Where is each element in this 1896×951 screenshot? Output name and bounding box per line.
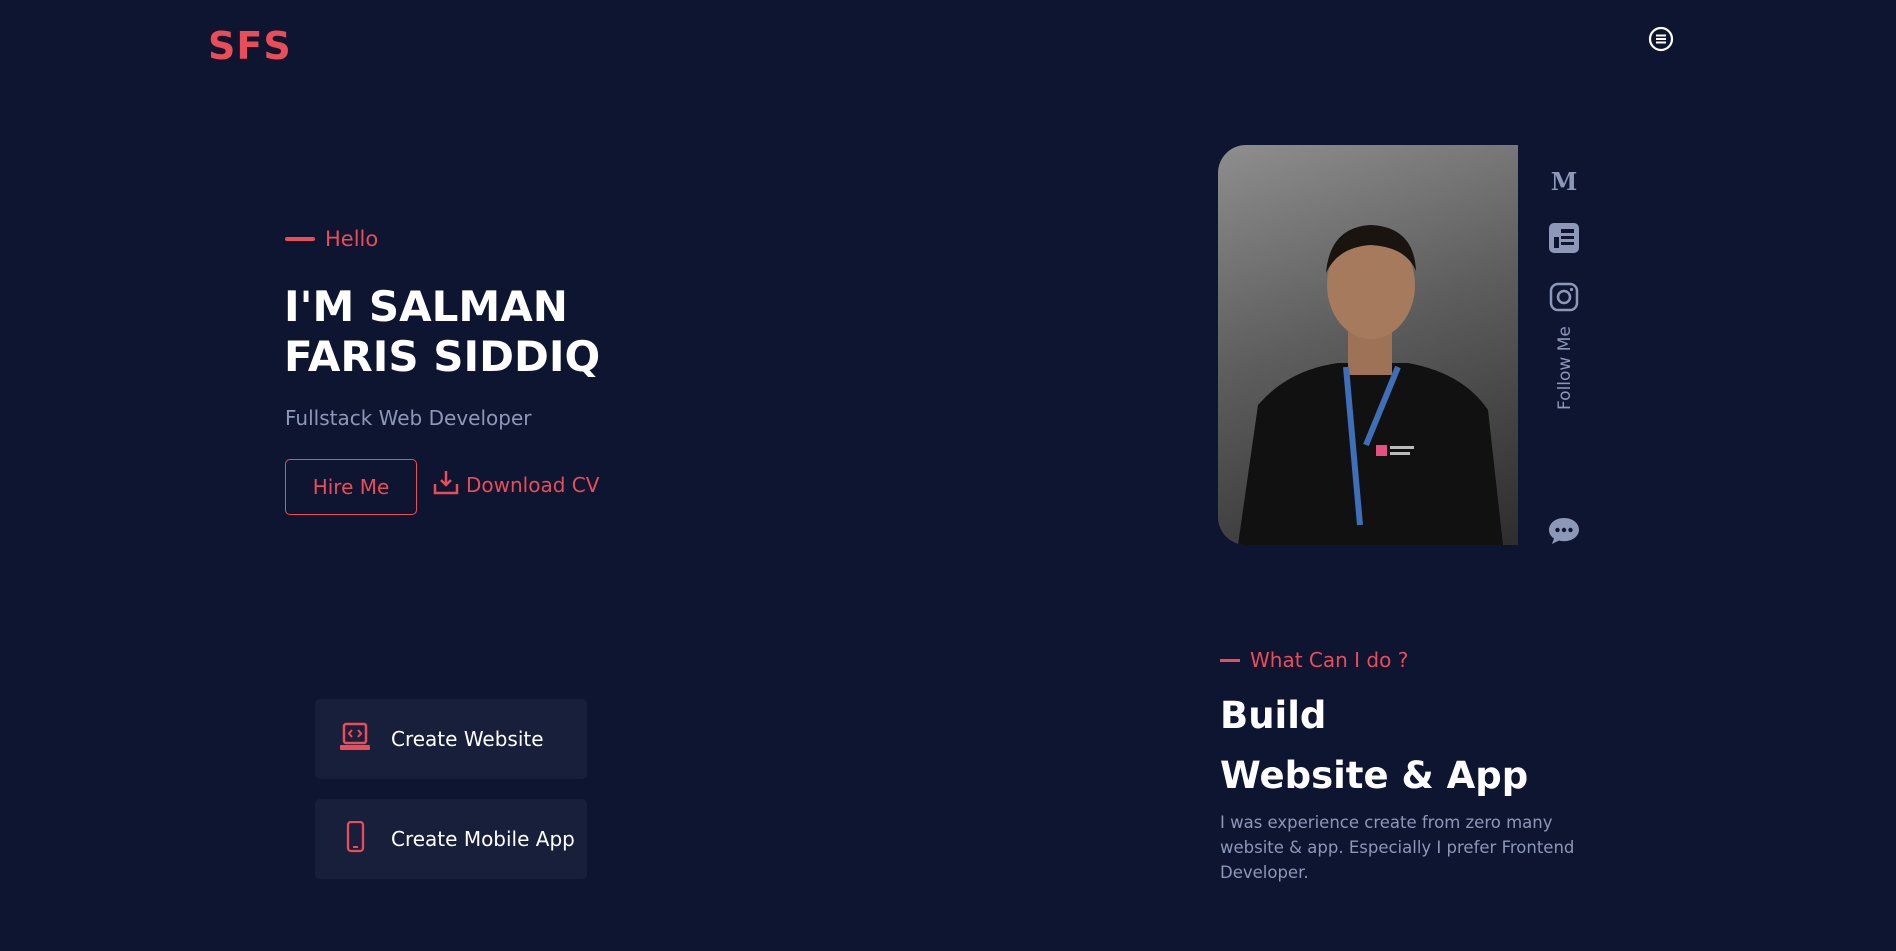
greeting: Hello	[285, 227, 378, 251]
hero-name: I'M SALMAN FARIS SIDDIQ	[284, 282, 704, 382]
svg-text:M: M	[1551, 168, 1577, 194]
service-card-create-website[interactable]: Create Website	[315, 699, 587, 779]
download-cv-label: Download CV	[466, 472, 600, 497]
service-card-create-mobile-app[interactable]: Create Mobile App	[315, 799, 587, 879]
greeting-text: Hello	[325, 227, 379, 251]
section-title-line1: Build	[1220, 694, 1327, 737]
medium-icon[interactable]: M	[1551, 167, 1578, 198]
service-label: Create Mobile App	[391, 827, 575, 851]
section-title-line2: Website & App	[1220, 754, 1529, 797]
page: SFS Hello I'M SALMAN FARIS SIDDIQ Fullst…	[0, 0, 1896, 951]
news-icon[interactable]	[1548, 222, 1580, 258]
eyebrow-text: What Can I do ?	[1250, 648, 1409, 672]
greeting-dash	[285, 237, 315, 241]
section-description: I was experience create from zero many w…	[1220, 813, 1575, 882]
mobile-icon	[339, 820, 371, 857]
site-logo[interactable]: SFS	[208, 24, 292, 68]
laptop-code-icon	[339, 721, 371, 757]
hire-me-button[interactable]: Hire Me	[285, 459, 417, 515]
menu-icon[interactable]	[1648, 26, 1674, 52]
chat-icon[interactable]	[1548, 516, 1580, 550]
eyebrow-dash	[1220, 658, 1240, 662]
follow-me-label: Follow Me	[1555, 326, 1575, 410]
download-cv-button[interactable]: Download CV	[432, 468, 599, 501]
social-links: M	[1548, 167, 1580, 316]
profile-photo	[1218, 145, 1518, 545]
section-title: Build Website & App	[1220, 686, 1620, 806]
instagram-icon[interactable]	[1549, 282, 1579, 316]
hero-name-line2: FARIS SIDDIQ	[284, 332, 601, 381]
service-label: Create Website	[391, 727, 544, 751]
hero-role: Fullstack Web Developer	[285, 406, 532, 430]
what-can-i-do-eyebrow: What Can I do ?	[1220, 648, 1408, 672]
hero-name-line1: I'M SALMAN	[284, 282, 568, 331]
download-icon	[432, 468, 460, 501]
